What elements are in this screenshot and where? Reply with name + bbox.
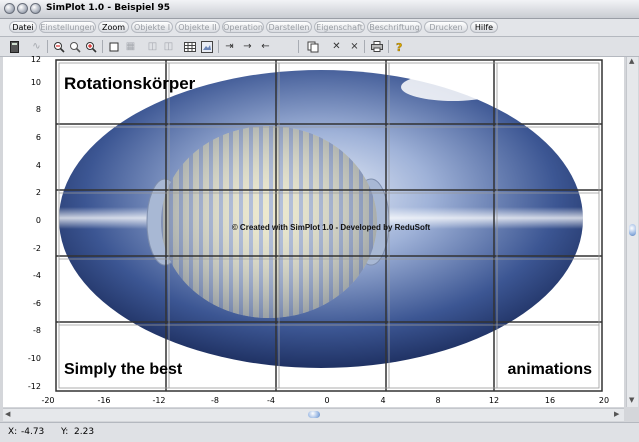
copy-icon[interactable] [306, 40, 319, 53]
curve-icon[interactable]: ∿ [30, 40, 43, 53]
zoom-in-icon[interactable] [84, 40, 97, 53]
plot-title: Rotationskörper [64, 74, 196, 93]
toolbar-separator [388, 40, 389, 53]
horizontal-scrollbar[interactable]: ◀ ▶ [3, 408, 624, 421]
x-tick-label: 20 [598, 396, 610, 405]
menu-einstellungen[interactable]: Einstellungen [39, 21, 96, 33]
square-icon[interactable] [107, 40, 120, 53]
scroll-down-icon[interactable]: ▼ [629, 397, 634, 404]
menu-operation[interactable]: Operation [222, 21, 264, 33]
grid-icon[interactable]: ▦ [124, 40, 137, 53]
x-tick-label: 16 [544, 396, 556, 405]
x-tick-label: 8 [435, 396, 441, 405]
status-bar: X: -4.73 Y: 2.23 [0, 422, 639, 442]
plot-caption-left: Simply the best [64, 361, 183, 378]
toolbar-separator [47, 40, 48, 53]
horizontal-scroll-thumb[interactable] [308, 411, 320, 418]
vertical-scroll-thumb[interactable] [629, 224, 636, 236]
menu-darstellen[interactable]: Darstellen [266, 21, 312, 33]
delete-x-icon[interactable]: ✕ [330, 40, 343, 53]
x-tick-label: 12 [488, 396, 500, 405]
zoom-reset-icon[interactable] [68, 40, 81, 53]
menu-objekte-2[interactable]: Objekte II [175, 21, 220, 33]
menu-objekte-1[interactable]: Objekte I [131, 21, 173, 33]
plot-panel[interactable]: 12 10 8 6 4 2 0 -2 -4 -6 -8 -10 -12 -20 … [3, 55, 624, 407]
menu-datei[interactable]: Datei [9, 21, 37, 33]
x-tick-label: -12 [152, 396, 166, 405]
delete-all-icon[interactable]: ⨯ [348, 40, 361, 53]
menu-bar: Datei Einstellungen Zoom Objekte I Objek… [0, 19, 639, 37]
shape-select-icon[interactable]: ◫ [146, 40, 159, 53]
svg-text:?: ? [396, 41, 402, 53]
minimize-window-button[interactable] [17, 3, 28, 14]
toolbar-separator [102, 40, 103, 53]
zoom-out-icon[interactable] [52, 40, 65, 53]
vertical-scrollbar[interactable]: ▲ ▼ [626, 57, 638, 407]
y-coord-label: Y: [61, 427, 69, 437]
calculator-icon[interactable] [8, 40, 21, 53]
menu-beschriftung[interactable]: Beschriftung [367, 21, 422, 33]
plot-canvas[interactable]: Rotationskörper Simply the best animatio… [3, 57, 624, 392]
shape-edit-icon[interactable]: ◫ [162, 40, 175, 53]
scroll-right-icon[interactable]: ▶ [614, 411, 619, 418]
y-coord-value: 2.23 [74, 427, 95, 437]
menu-eigenschaft[interactable]: Eigenschaft [314, 21, 365, 33]
arrow-right-icon[interactable]: → [241, 40, 254, 53]
table-icon[interactable] [183, 40, 196, 53]
menu-zoom[interactable]: Zoom [98, 21, 129, 33]
menu-drucken[interactable]: Drucken [424, 21, 468, 33]
maximize-window-button[interactable] [30, 3, 41, 14]
toolbar-separator [364, 40, 365, 53]
plot-caption-right: animations [508, 361, 593, 378]
watermark-text: © Created with SimPlot 1.0 - Developed b… [232, 223, 431, 232]
scroll-left-icon[interactable]: ◀ [5, 411, 10, 418]
specular-highlight [401, 73, 505, 101]
x-tick-label: -20 [41, 396, 55, 405]
x-coord-label: X: [8, 427, 18, 437]
window-title: SimPlot 1.0 - Beispiel 95 [46, 3, 170, 13]
image-icon[interactable] [200, 40, 213, 53]
title-bar: SimPlot 1.0 - Beispiel 95 [0, 0, 639, 19]
close-window-button[interactable] [4, 3, 15, 14]
export-icon[interactable]: ⇥ [223, 40, 236, 53]
x-tick-label: -4 [267, 396, 275, 405]
scroll-up-icon[interactable]: ▲ [629, 58, 634, 65]
toolbar-separator [298, 40, 299, 53]
help-icon[interactable]: ? [393, 40, 406, 53]
arrow-left-icon[interactable]: ← [259, 40, 272, 53]
x-tick-label: -16 [97, 396, 111, 405]
x-tick-label: 0 [324, 396, 330, 405]
x-tick-label: 4 [380, 396, 386, 405]
print-icon[interactable] [370, 40, 383, 53]
menu-hilfe[interactable]: Hilfe [470, 21, 498, 33]
x-tick-label: -8 [211, 396, 219, 405]
toolbar: ∿ ▦ ◫ ◫ ⇥ → ← ✕ ⨯ ? [0, 37, 639, 57]
toolbar-separator [218, 40, 219, 53]
inner-shading [161, 126, 377, 318]
x-coord-value: -4.73 [21, 427, 45, 437]
